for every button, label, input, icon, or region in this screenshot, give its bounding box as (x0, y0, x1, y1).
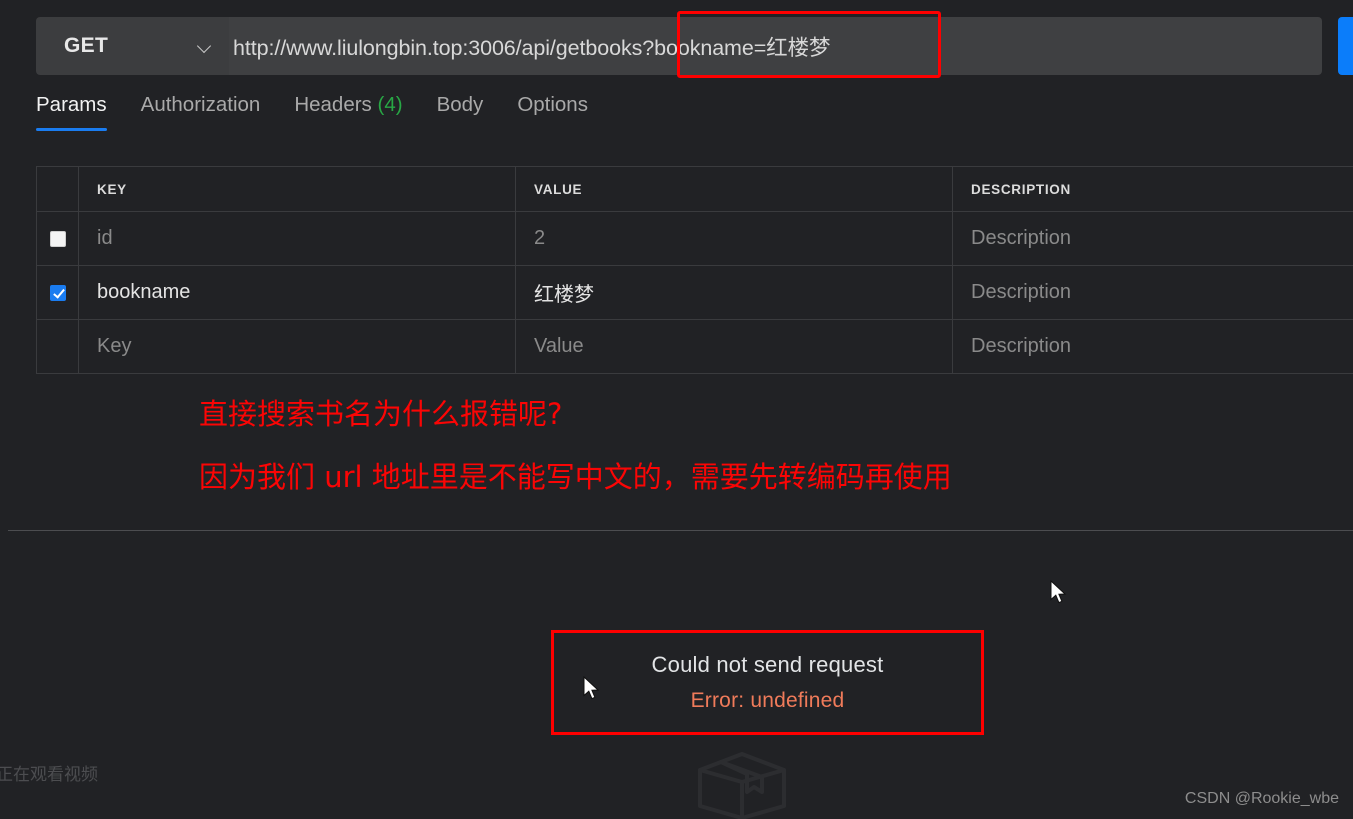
tab-params[interactable]: Params (36, 93, 107, 131)
param-description-text: Description (971, 281, 1072, 303)
tab-headers-count: (4) (377, 93, 403, 116)
row-checkbox-cell (37, 266, 79, 319)
params-table: KEY VALUE DESCRIPTION id 2 Description b… (36, 166, 1353, 374)
header-description-cell: DESCRIPTION (953, 167, 1353, 211)
row-value-cell[interactable]: Value (516, 320, 953, 373)
tab-authorization[interactable]: Authorization (141, 93, 261, 131)
postman-request-builder: GET http://www.liulongbin.top:3006/api/g… (0, 0, 1353, 819)
param-description-text: Description (971, 227, 1072, 249)
error-panel: Could not send request Error: undefined (551, 630, 984, 735)
pane-divider[interactable] (8, 530, 1353, 531)
row-key-cell[interactable]: id (79, 212, 516, 265)
param-description-placeholder: Description (971, 335, 1072, 357)
url-input-text: http://www.liulongbin.top:3006/api/getbo… (233, 35, 831, 60)
tab-authorization-label: Authorization (140, 93, 261, 116)
url-input[interactable]: http://www.liulongbin.top:3006/api/getbo… (229, 17, 1322, 75)
error-title: Could not send request (651, 652, 884, 677)
annotation-line-2: 因为我们 url 地址里是不能写中文的，需要先转编码再使用 (199, 460, 952, 495)
row-checkbox-cell (37, 320, 79, 373)
row-description-cell[interactable]: Description (953, 266, 1353, 319)
http-method-select[interactable]: GET (36, 17, 229, 75)
row-checkbox-cell (37, 212, 79, 265)
param-key-text: id (97, 227, 113, 249)
row-description-cell[interactable]: Description (953, 320, 1353, 373)
header-description-label: DESCRIPTION (971, 181, 1071, 197)
header-value-cell: VALUE (516, 167, 953, 211)
tab-options[interactable]: Options (517, 93, 588, 131)
header-key-label: KEY (97, 181, 127, 197)
row-description-cell[interactable]: Description (953, 212, 1353, 265)
red-annotation: 直接搜索书名为什么报错呢? 因为我们 url 地址里是不能写中文的，需要先转编码… (199, 398, 952, 494)
tab-params-label: Params (36, 93, 107, 116)
param-value-text: 红楼梦 (534, 284, 594, 306)
param-enabled-checkbox[interactable] (49, 230, 66, 247)
row-key-cell[interactable]: Key (79, 320, 516, 373)
table-row[interactable]: Key Value Description (37, 320, 1353, 374)
tab-headers[interactable]: Headers (4) (294, 93, 402, 131)
package-box-icon (694, 748, 790, 819)
watching-video-watermark: 正在观看视频 (0, 765, 98, 785)
param-value-placeholder: Value (534, 335, 584, 357)
param-value-text: 2 (534, 227, 546, 249)
chevron-down-icon[interactable] (198, 39, 212, 53)
table-row[interactable]: bookname 红楼梦 Description (37, 266, 1353, 320)
http-method-label: GET (64, 34, 109, 57)
row-key-cell[interactable]: bookname (79, 266, 516, 319)
send-button[interactable] (1338, 17, 1353, 75)
params-table-header-row: KEY VALUE DESCRIPTION (37, 167, 1353, 212)
csdn-watermark: CSDN @Rookie_wbe (1184, 790, 1339, 807)
param-enabled-checkbox[interactable] (49, 284, 66, 301)
header-value-label: VALUE (534, 181, 583, 197)
row-value-cell[interactable]: 红楼梦 (516, 266, 953, 319)
tab-options-label: Options (517, 93, 588, 116)
param-key-text: bookname (97, 281, 191, 303)
header-checkbox-cell (37, 167, 79, 211)
error-message: Error: undefined (690, 689, 845, 712)
annotation-line-1: 直接搜索书名为什么报错呢? (199, 397, 563, 431)
request-url-row: GET http://www.liulongbin.top:3006/api/g… (36, 17, 1322, 75)
tab-headers-label: Headers (294, 93, 372, 116)
mouse-cursor (1050, 579, 1068, 606)
param-key-placeholder: Key (97, 335, 132, 357)
table-row[interactable]: id 2 Description (37, 212, 1353, 266)
request-tabs: Params Authorization Headers (4) Body Op… (36, 93, 588, 131)
tab-body-label: Body (436, 93, 484, 116)
tab-body[interactable]: Body (437, 93, 484, 131)
row-value-cell[interactable]: 2 (516, 212, 953, 265)
header-key-cell: KEY (79, 167, 516, 211)
